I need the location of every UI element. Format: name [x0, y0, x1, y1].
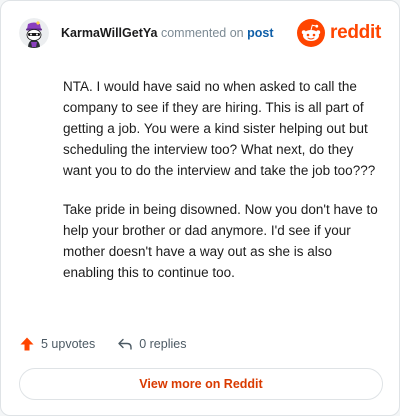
comment-paragraph: Take pride in being disowned. Now you do…: [63, 202, 378, 280]
action-text: commented on: [160, 26, 244, 40]
avatar[interactable]: [19, 18, 49, 48]
comment-stats: 5 upvotes 0 replies: [19, 334, 186, 354]
upvotes-count: 5 upvotes: [41, 337, 96, 351]
upvote-arrow-icon: [20, 337, 34, 351]
replies-count: 0 replies: [139, 337, 187, 351]
comment-header: KarmaWillGetYa commented on post reddit: [19, 15, 381, 51]
snoo-avatar-icon: [19, 18, 49, 48]
reddit-logo-icon: [297, 19, 326, 47]
username-link[interactable]: KarmaWillGetYa: [61, 26, 157, 40]
post-link[interactable]: post: [247, 26, 273, 40]
comment-meta: KarmaWillGetYa commented on post: [61, 25, 274, 41]
reply-arrow-icon: [118, 338, 132, 350]
upvotes-stat[interactable]: 5 upvotes: [19, 336, 95, 352]
reddit-brand[interactable]: reddit: [297, 19, 381, 47]
comment-body: NTA. I would have said no when asked to …: [63, 76, 381, 301]
reddit-comment-embed: KarmaWillGetYa commented on post reddit …: [0, 0, 400, 416]
reddit-wordmark: reddit: [330, 22, 381, 43]
view-more-on-reddit-button[interactable]: View more on Reddit: [19, 368, 383, 400]
replies-stat[interactable]: 0 replies: [117, 336, 186, 352]
comment-paragraph: NTA. I would have said no when asked to …: [63, 79, 376, 178]
